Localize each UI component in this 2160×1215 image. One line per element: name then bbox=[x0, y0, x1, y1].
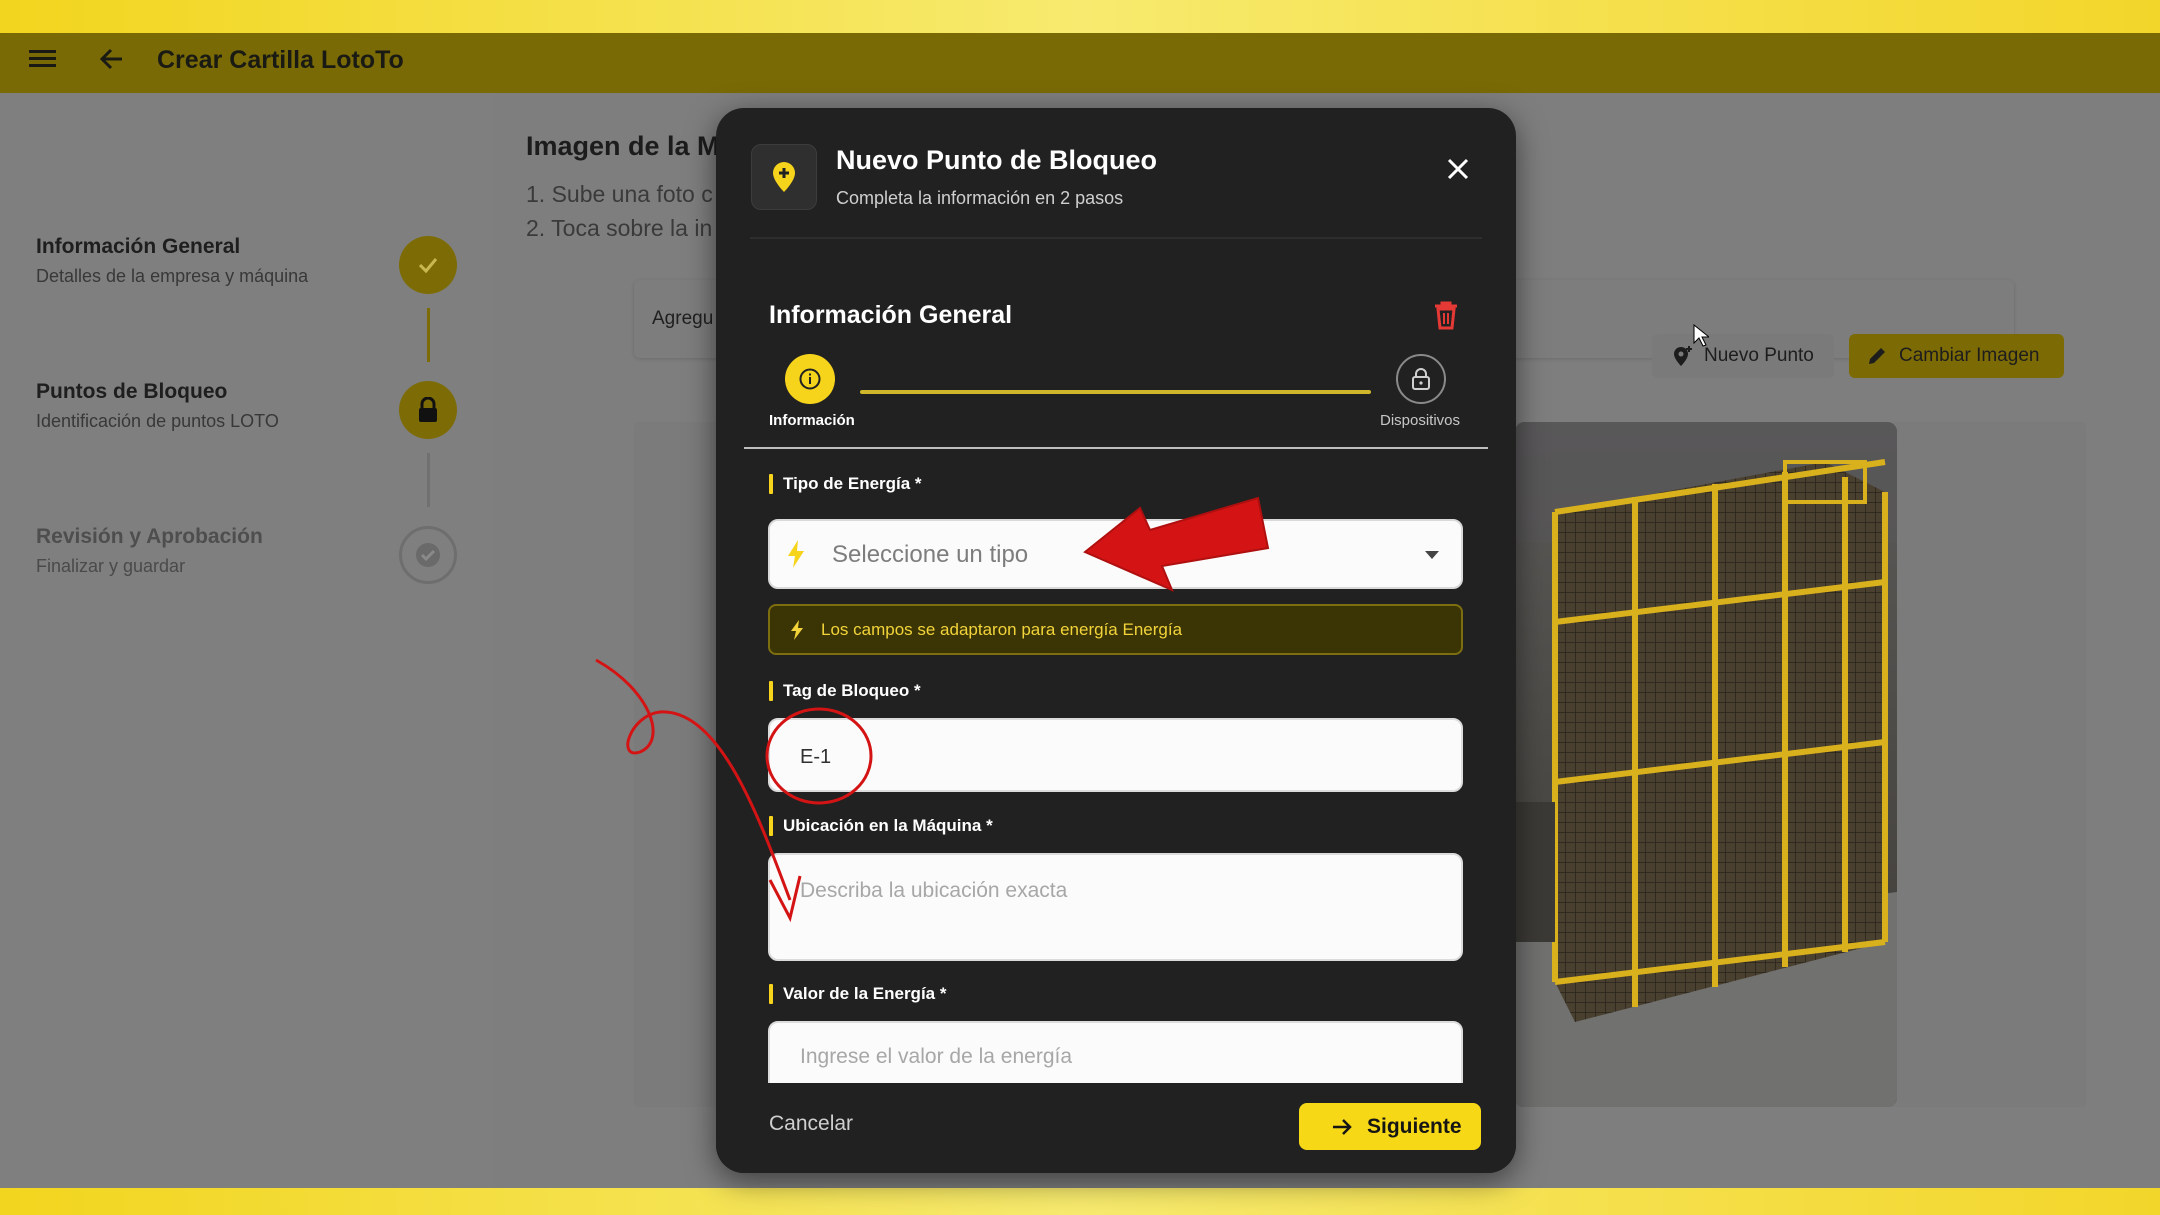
stepper-label-dispositivos: Dispositivos bbox=[1380, 412, 1461, 429]
instruction-1: 1. Sube una foto c bbox=[526, 181, 713, 207]
modal-subtitle: Completa la información en 2 pasos bbox=[836, 188, 1124, 208]
instruction-2: 2. Toca sobre la in bbox=[526, 215, 713, 241]
stepper-progress-line bbox=[860, 390, 1371, 394]
info-icon bbox=[799, 368, 821, 390]
lock-icon bbox=[419, 397, 437, 422]
step-pending-indicator bbox=[399, 526, 457, 584]
chevron-down-icon bbox=[1425, 551, 1439, 559]
check-circle-icon bbox=[416, 543, 440, 567]
pencil-icon bbox=[1869, 348, 1885, 364]
tipo-energia-label-text: Tipo de Energía * bbox=[783, 474, 922, 493]
step-subtitle: Identificación de puntos LOTO bbox=[36, 411, 279, 431]
cambiar-imagen-label: Cambiar Imagen bbox=[1899, 345, 2040, 366]
ubicacion-textarea[interactable]: Describa la ubicación exacta bbox=[768, 853, 1463, 961]
stepper-divider bbox=[744, 447, 1488, 449]
tag-bloqueo-label-text: Tag de Bloqueo * bbox=[783, 681, 921, 700]
step-subtitle: Detalles de la empresa y máquina bbox=[36, 266, 309, 286]
tipo-energia-placeholder: Seleccione un tipo bbox=[832, 541, 1029, 568]
location-pin-icon bbox=[773, 162, 795, 192]
valor-energia-label: Valor de la Energía * bbox=[769, 984, 946, 1004]
nuevo-punto-label: Nuevo Punto bbox=[1704, 345, 1814, 366]
content-heading: Imagen de la Má bbox=[526, 131, 735, 161]
tipo-energia-select[interactable]: Seleccione un tipo bbox=[768, 519, 1463, 589]
stepper-step-informacion[interactable] bbox=[785, 354, 835, 404]
valor-energia-label-text: Valor de la Energía * bbox=[783, 984, 947, 1003]
trash-icon[interactable] bbox=[1432, 300, 1460, 330]
step-title: Información General bbox=[36, 235, 241, 258]
stepper-label-informacion: Información bbox=[769, 412, 855, 429]
tag-bloqueo-label: Tag de Bloqueo * bbox=[769, 681, 921, 701]
sidebar-step-revision[interactable]: Revisión y Aprobación Finalizar y guarda… bbox=[36, 523, 263, 581]
check-icon bbox=[418, 258, 438, 274]
step-title: Revisión y Aprobación bbox=[36, 525, 263, 548]
machine-photo-graphic bbox=[1515, 422, 1897, 1107]
arrow-right-icon bbox=[1333, 1118, 1352, 1135]
close-icon[interactable] bbox=[1442, 153, 1474, 185]
section-title: Información General bbox=[769, 301, 1013, 329]
back-arrow-icon[interactable] bbox=[96, 43, 128, 75]
info-banner-text: Los campos se adaptaron para energía Ene… bbox=[821, 620, 1183, 639]
cancel-button[interactable]: Cancelar bbox=[769, 1112, 853, 1136]
mouse-cursor-icon bbox=[1693, 324, 1709, 347]
ubicacion-label: Ubicación en la Máquina * bbox=[769, 816, 993, 836]
add-location-icon bbox=[1674, 346, 1692, 366]
step-title: Puntos de Bloqueo bbox=[36, 380, 228, 403]
valor-energia-placeholder: Ingrese el valor de la energía bbox=[800, 1045, 1073, 1068]
lock-icon bbox=[1412, 368, 1430, 390]
next-button[interactable]: Siguiente bbox=[1299, 1103, 1481, 1150]
app-title: Crear Cartilla LotoTo bbox=[157, 46, 404, 74]
ubicacion-placeholder: Describa la ubicación exacta bbox=[800, 879, 1068, 902]
stepper-step-dispositivos[interactable] bbox=[1396, 354, 1446, 404]
modal-icon-box bbox=[751, 144, 817, 210]
step-connector bbox=[427, 453, 430, 507]
sidebar-step-puntos-de-bloqueo[interactable]: Puntos de Bloqueo Identificación de punt… bbox=[36, 378, 279, 436]
step-subtitle: Finalizar y guardar bbox=[36, 556, 186, 576]
menu-icon[interactable] bbox=[28, 44, 58, 74]
sidebar-step-informacion-general[interactable]: Información General Detalles de la empre… bbox=[36, 233, 308, 291]
tag-bloqueo-input[interactable]: E-1 bbox=[768, 718, 1463, 792]
modal-title: Nuevo Punto de Bloqueo bbox=[836, 145, 1157, 175]
nuevo-punto-button[interactable]: Nuevo Punto bbox=[1652, 334, 1834, 378]
label-accent-bar bbox=[769, 474, 773, 494]
step-active-indicator bbox=[399, 381, 457, 439]
nuevo-punto-modal: Nuevo Punto de Bloqueo Completa la infor… bbox=[716, 108, 1516, 1173]
machine-photo[interactable] bbox=[1515, 422, 1897, 1107]
label-accent-bar bbox=[769, 984, 773, 1004]
tipo-energia-label: Tipo de Energía * bbox=[769, 474, 922, 494]
bolt-icon bbox=[791, 620, 803, 640]
cambiar-imagen-button[interactable]: Cambiar Imagen bbox=[1849, 334, 2064, 378]
ubicacion-label-text: Ubicación en la Máquina * bbox=[783, 816, 993, 835]
tag-bloqueo-value: E-1 bbox=[800, 746, 832, 768]
bolt-icon bbox=[788, 540, 804, 568]
info-banner: Los campos se adaptaron para energía Ene… bbox=[768, 604, 1463, 655]
modal-divider bbox=[750, 237, 1482, 239]
label-accent-bar bbox=[769, 681, 773, 701]
app-bar: Crear Cartilla LotoTo bbox=[0, 33, 2160, 93]
step-done-indicator bbox=[399, 236, 457, 294]
step-connector bbox=[427, 308, 430, 362]
label-accent-bar bbox=[769, 816, 773, 836]
next-button-label: Siguiente bbox=[1367, 1114, 1462, 1138]
toolbar-text: Agregu bbox=[652, 308, 714, 329]
